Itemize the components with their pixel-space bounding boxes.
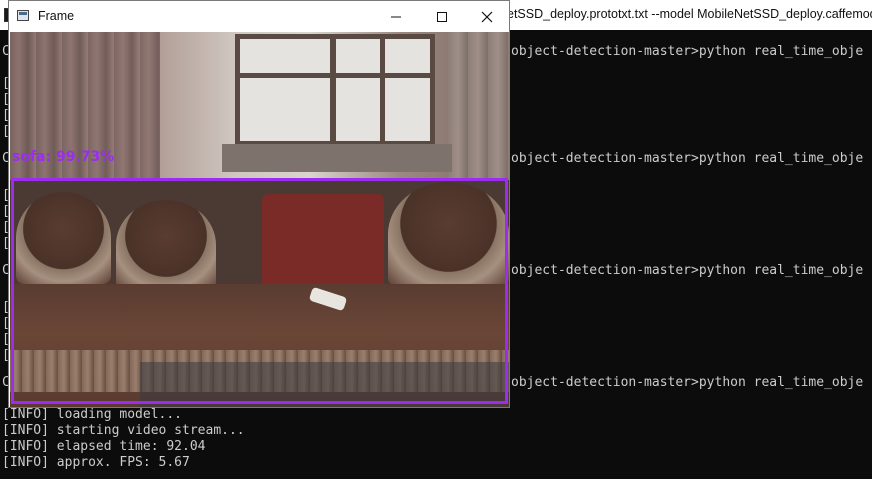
- console-line-right: object-detection-master>python real_time…: [511, 375, 864, 390]
- console-line-right: object-detection-master>python real_time…: [511, 44, 864, 59]
- info-line-fps: [INFO] approx. FPS: 5.67: [2, 455, 190, 470]
- maximize-button[interactable]: [419, 1, 465, 32]
- info-line-elapsed: [INFO] elapsed time: 92.04: [2, 439, 206, 454]
- scene-window-mullion: [380, 39, 385, 144]
- scene-curtain-right: [448, 32, 509, 182]
- minimize-icon: [391, 16, 401, 17]
- detection-label: sofa: 99.73%: [12, 149, 115, 165]
- console-window-title: etSSD_deploy.prototxt.txt --model Mobile…: [507, 7, 872, 21]
- frame-app-icon: [17, 10, 29, 21]
- console-line-right: object-detection-master>python real_time…: [511, 151, 864, 166]
- maximize-icon: [437, 11, 447, 22]
- detection-box: [11, 178, 508, 404]
- info-line-loading: [INFO] loading model...: [2, 407, 183, 422]
- info-line-stream: [INFO] starting video stream...: [2, 423, 245, 438]
- frame-titlebar[interactable]: Frame: [9, 1, 509, 32]
- minimize-button[interactable]: [373, 1, 419, 32]
- scene-window-mullion: [330, 39, 336, 144]
- close-icon: [481, 11, 493, 22]
- video-frame: sofa: 99.73%: [10, 32, 509, 407]
- scene-window-ledge: [222, 144, 452, 172]
- console-line-right: object-detection-master>python real_time…: [511, 263, 864, 278]
- frame-window-title: Frame: [38, 9, 75, 23]
- frame-window[interactable]: Frame sofa: 99.73%: [8, 0, 510, 408]
- scene-window: [235, 34, 435, 146]
- scene-window-mullion: [240, 73, 430, 78]
- close-button[interactable]: [464, 1, 510, 32]
